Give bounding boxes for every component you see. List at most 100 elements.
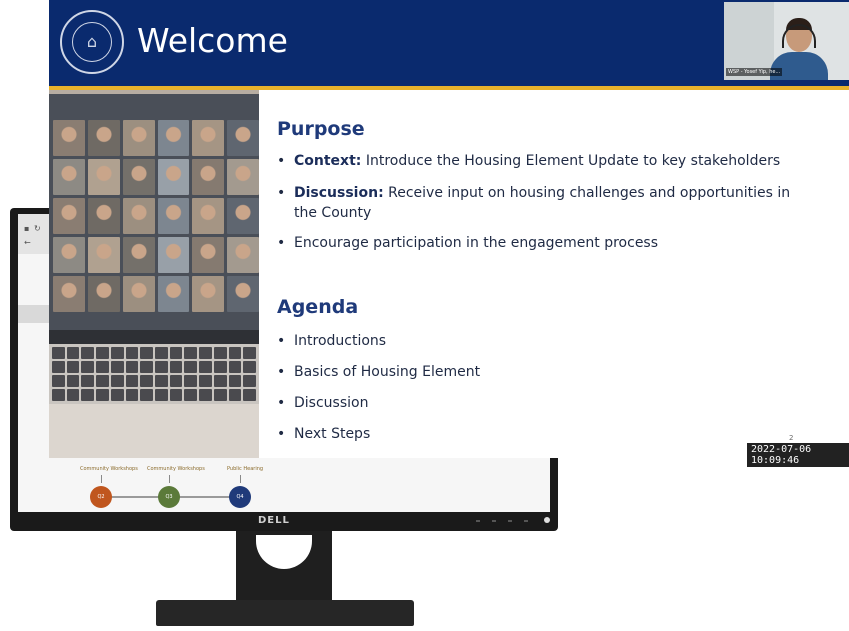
agenda-heading: Agenda bbox=[277, 296, 359, 318]
laptop-palmrest bbox=[49, 404, 259, 458]
keyboard-key bbox=[96, 347, 109, 359]
slide-page-number: 2 bbox=[789, 434, 794, 442]
keyboard-key bbox=[155, 347, 168, 359]
keyboard-key bbox=[96, 361, 109, 373]
participant-tile bbox=[122, 237, 155, 273]
keyboard-key bbox=[184, 389, 198, 401]
keyboard-key bbox=[243, 389, 256, 401]
participant-tile bbox=[192, 237, 225, 273]
participant-tile bbox=[122, 159, 155, 195]
agenda-item: • Next Steps bbox=[277, 426, 371, 442]
participant-tile bbox=[227, 120, 259, 156]
keyboard-key bbox=[52, 375, 65, 387]
keyboard-key bbox=[243, 361, 256, 373]
bullet-icon: • bbox=[277, 395, 286, 411]
recording-timestamp: 2022-07-06 10:09:46 bbox=[747, 443, 849, 467]
keyboard-key bbox=[52, 389, 65, 401]
laptop-keyboard bbox=[49, 344, 259, 404]
keyboard-key bbox=[81, 347, 95, 359]
tab-icon: ▪ bbox=[24, 224, 30, 233]
participant-tile bbox=[53, 237, 85, 273]
keyboard-key bbox=[169, 389, 183, 401]
keyboard-key bbox=[66, 347, 80, 359]
seal-emblem: ⌂ bbox=[86, 32, 98, 51]
keyboard-key bbox=[155, 375, 168, 387]
timeline-arrow bbox=[240, 475, 241, 483]
participant-tile bbox=[53, 159, 85, 195]
participant-tile bbox=[227, 159, 259, 195]
keyboard-key bbox=[81, 375, 95, 387]
keyboard-key bbox=[184, 347, 198, 359]
monitor-button[interactable] bbox=[508, 520, 512, 522]
keyboard-key bbox=[110, 375, 124, 387]
participant-tile bbox=[53, 198, 85, 234]
bullet-icon: • bbox=[277, 153, 286, 169]
video-call-grid bbox=[53, 120, 259, 320]
keyboard-key bbox=[199, 347, 212, 359]
participant-tile bbox=[122, 276, 155, 312]
agenda-item: • Basics of Housing Element bbox=[277, 364, 481, 380]
keyboard-key bbox=[96, 375, 109, 387]
keyboard-key bbox=[199, 375, 212, 387]
keyboard-key bbox=[125, 361, 139, 373]
monitor-button[interactable] bbox=[492, 520, 496, 522]
keyboard-key bbox=[140, 347, 153, 359]
participant-tile bbox=[87, 198, 120, 234]
purpose-heading: Purpose bbox=[277, 118, 365, 140]
participant-tile bbox=[157, 198, 190, 234]
keyboard-key bbox=[110, 389, 124, 401]
timeline-label-2: Community Workshops bbox=[147, 466, 205, 472]
participant-tile bbox=[192, 198, 225, 234]
keyboard-key bbox=[52, 347, 65, 359]
presenter-name-label: WSP - Yosef Yip, he... bbox=[726, 68, 783, 76]
laptop-bezel bbox=[49, 330, 259, 344]
monitor-button[interactable] bbox=[524, 520, 528, 522]
monitor-stand-base bbox=[156, 600, 414, 626]
bullet-icon: • bbox=[277, 235, 286, 251]
keyboard-key bbox=[66, 389, 80, 401]
keyboard-key bbox=[140, 361, 153, 373]
back-arrow-icon: ← bbox=[24, 238, 31, 247]
participant-tile bbox=[87, 159, 120, 195]
keyboard-key bbox=[228, 347, 242, 359]
keyboard-key bbox=[125, 375, 139, 387]
keyboard-key bbox=[243, 375, 256, 387]
participant-tile bbox=[157, 276, 190, 312]
agenda-item: • Introductions bbox=[277, 333, 387, 349]
timeline-arrow bbox=[169, 475, 170, 483]
milestone-q3: Q3 bbox=[158, 486, 180, 508]
participant-tile bbox=[157, 237, 190, 273]
keyboard-key bbox=[228, 361, 242, 373]
participant-tile bbox=[53, 276, 85, 312]
keyboard-key bbox=[66, 375, 80, 387]
keyboard-key bbox=[125, 347, 139, 359]
keyboard-key bbox=[213, 361, 227, 373]
laptop-photo bbox=[49, 90, 259, 458]
participant-tile bbox=[122, 198, 155, 234]
timeline-arrow bbox=[101, 475, 102, 483]
slide-title: Welcome bbox=[137, 21, 288, 60]
keyboard-key bbox=[169, 361, 183, 373]
participant-tile bbox=[53, 120, 85, 156]
keyboard-key bbox=[155, 361, 168, 373]
participant-tile bbox=[227, 237, 259, 273]
milestone-q2: Q2 bbox=[90, 486, 112, 508]
timeline-label-3: Public Hearing bbox=[227, 466, 264, 472]
dell-logo: DELL bbox=[258, 515, 290, 526]
purpose-item: • Discussion: Receive input on housing c… bbox=[277, 185, 791, 221]
keyboard-key bbox=[199, 361, 212, 373]
keyboard-key bbox=[81, 389, 95, 401]
keyboard-key bbox=[52, 361, 65, 373]
agenda-item: • Discussion bbox=[277, 395, 369, 411]
milestone-q4: Q4 bbox=[229, 486, 251, 508]
keyboard-key bbox=[110, 347, 124, 359]
bullet-icon: • bbox=[277, 185, 286, 201]
keyboard-key bbox=[213, 389, 227, 401]
participant-tile bbox=[87, 276, 120, 312]
keyboard-key bbox=[213, 375, 227, 387]
keyboard-key bbox=[66, 361, 80, 373]
power-icon[interactable] bbox=[544, 517, 550, 523]
keyboard-key bbox=[96, 389, 109, 401]
keyboard-key bbox=[169, 347, 183, 359]
monitor-button[interactable] bbox=[476, 520, 480, 522]
